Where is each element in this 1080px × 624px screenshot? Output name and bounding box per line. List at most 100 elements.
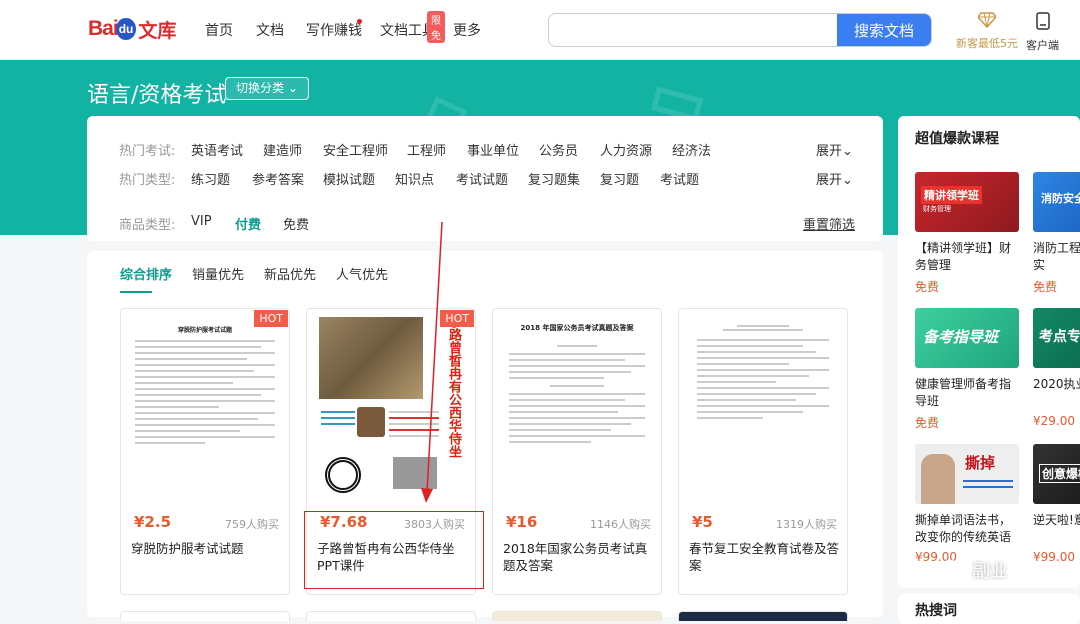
- notification-dot: [357, 19, 362, 24]
- hot-type-label: 热门类型:: [119, 173, 176, 188]
- tab-sales[interactable]: 销量优先: [192, 264, 244, 283]
- filter-panel: 热门考试: 英语考试 建造师 安全工程师 工程师 事业单位 公务员 人力资源 经…: [87, 116, 883, 241]
- product-title[interactable]: 穿脱防护服考试试题: [131, 540, 281, 557]
- filter-option[interactable]: 模拟试题: [323, 169, 375, 188]
- painting-image: [319, 317, 423, 399]
- product-card-partial[interactable]: [120, 611, 290, 621]
- course-name: 撕掉单词语法书，改变你的传统英语学习: [915, 513, 1012, 544]
- filter-option[interactable]: 参考答案: [252, 169, 304, 188]
- free-badge: 限免: [427, 11, 445, 43]
- buyer-count: 1146人购买: [590, 518, 651, 531]
- course-name: 【精讲领学班】财务管理: [915, 241, 1012, 272]
- product-price: ¥2.5: [134, 513, 172, 531]
- product-card-partial[interactable]: [678, 611, 848, 621]
- filter-option[interactable]: 知识点: [395, 169, 434, 188]
- goods-type-row: 商品类型: VIP 付费 免费: [119, 214, 419, 233]
- photo-image: [393, 457, 437, 489]
- nav-docs[interactable]: 文档: [256, 20, 284, 40]
- course-price: 免费: [1033, 280, 1058, 294]
- sidebar-title: 超值爆款课程: [915, 131, 999, 147]
- logo-text-bai: Bai: [88, 17, 119, 40]
- goods-type-label: 商品类型:: [119, 218, 176, 233]
- filter-option[interactable]: 考试试题: [456, 169, 508, 188]
- course-item[interactable]: 撕掉 撕掉单词语法书，改变你的传统英语学习 ¥99.00: [915, 444, 1019, 564]
- course-thumbnail: 考点专: [1033, 308, 1080, 368]
- hot-search-title: 热搜词: [915, 603, 957, 619]
- search-button[interactable]: 搜索文档: [837, 14, 931, 46]
- filter-option[interactable]: 练习题: [191, 169, 230, 188]
- product-card[interactable]: 2018 年国家公务员考试真题及答案 ¥16 1146人购买 2018年国家公务…: [492, 308, 662, 595]
- course-item[interactable]: 精讲领学班 财务管理 【精讲领学班】财务管理 免费: [915, 172, 1019, 295]
- baidu-wenku-logo[interactable]: Bai du 文库: [88, 13, 176, 45]
- vip-label: 新客最低5元: [956, 37, 1018, 50]
- product-card[interactable]: ¥5 1319人购买 春节复工安全教育试卷及答案: [678, 308, 848, 595]
- course-name: 逆天啦!意爆棚的: [1033, 513, 1080, 527]
- course-item[interactable]: 考点专 2020执业专项名师 ¥29.00: [1033, 308, 1080, 428]
- course-name: 消防工程师全技术实: [1033, 241, 1080, 272]
- product-title[interactable]: 春节复工安全教育试卷及答案: [689, 540, 839, 574]
- teacher-photo: [921, 454, 955, 504]
- product-card-partial[interactable]: [306, 611, 476, 621]
- filter-option[interactable]: 复习题: [600, 169, 639, 188]
- wechat-icon: [940, 559, 966, 580]
- course-name: 健康管理师备考指导班: [915, 377, 1012, 408]
- filter-option[interactable]: 复习题集: [528, 169, 580, 188]
- goods-option-vip[interactable]: VIP: [191, 214, 212, 229]
- course-thumb-text: 备考指导班: [923, 328, 999, 346]
- portrait-image: [357, 407, 385, 437]
- top-navbar: Bai du 文库 首页 文档 写作赚钱 文档工具 限免 更多 搜索文档 新客最…: [0, 0, 1080, 60]
- filter-option[interactable]: 公务员: [539, 140, 578, 159]
- watermark: 副业: [940, 557, 1008, 583]
- phone-icon: [1035, 12, 1050, 30]
- hot-exam-label: 热门考试:: [119, 144, 176, 159]
- course-thumb-text: 撕掉: [965, 454, 996, 472]
- goods-option-paid[interactable]: 付费: [235, 214, 261, 233]
- course-item[interactable]: 创意爆棚的 逆天啦!意爆棚的 ¥99.00: [1033, 444, 1080, 564]
- nav-more[interactable]: 更多: [453, 20, 481, 40]
- course-item[interactable]: 备考指导班 健康管理师备考指导班 免费: [915, 308, 1019, 431]
- goods-option-free[interactable]: 免费: [283, 214, 309, 233]
- doc-thumbnail: 2018 年国家公务员考试真题及答案: [501, 315, 653, 499]
- product-card-partial[interactable]: [492, 611, 662, 621]
- reset-filter-link[interactable]: 重置筛选: [803, 214, 855, 233]
- nav-home[interactable]: 首页: [205, 20, 233, 40]
- filter-option[interactable]: 建造师: [263, 140, 302, 159]
- product-title[interactable]: 2018年国家公务员考试真题及答案: [503, 540, 653, 574]
- product-list-panel: 综合排序 销量优先 新品优先 人气优先 穿脱防护服考试试题 HOT ¥2.5 7…: [87, 251, 883, 617]
- logo-text-du: du: [115, 18, 137, 40]
- expand-hot-types[interactable]: 展开⌄: [816, 169, 853, 188]
- filter-option[interactable]: 考试题: [660, 169, 699, 188]
- vip-promo[interactable]: 新客最低5元: [956, 12, 1018, 51]
- course-thumbnail: 撕掉: [915, 444, 1019, 504]
- filter-option[interactable]: 工程师: [407, 140, 446, 159]
- hot-exam-row: 热门考试: 英语考试 建造师 安全工程师 工程师 事业单位 公务员 人力资源 经…: [119, 140, 859, 159]
- client-download[interactable]: 客户端: [1026, 12, 1059, 53]
- hot-type-row: 热门类型: 练习题 参考答案 模拟试题 知识点 考试试题 复习题集 复习题 考试…: [119, 169, 859, 188]
- tab-overall[interactable]: 综合排序: [120, 264, 172, 283]
- filter-option[interactable]: 人力资源: [600, 140, 652, 159]
- switch-category-button[interactable]: 切换分类 ⌄: [225, 77, 309, 100]
- course-sidebar: 超值爆款课程 精讲领学班 财务管理 【精讲领学班】财务管理 免费 消防安全技 消…: [898, 116, 1080, 588]
- filter-option[interactable]: 英语考试: [191, 140, 243, 159]
- filter-option[interactable]: 经济法: [672, 140, 711, 159]
- expand-hot-exams[interactable]: 展开⌄: [816, 140, 853, 159]
- doc-thumb-title: 2018 年国家公务员考试真题及答案: [520, 324, 634, 332]
- product-price: ¥16: [506, 513, 538, 531]
- search-input[interactable]: [549, 14, 837, 46]
- doc-thumbnail: 穿脱防护服考试试题: [129, 315, 281, 499]
- doc-thumbnail: 子路曾皙冉有公西华侍坐: [315, 315, 467, 499]
- nav-write-earn[interactable]: 写作赚钱: [306, 20, 362, 40]
- course-price: ¥29.00: [1033, 414, 1075, 428]
- course-item[interactable]: 消防安全技 消防工程师全技术实 免费: [1033, 172, 1080, 295]
- client-label: 客户端: [1026, 39, 1059, 52]
- watermark-text: 副业: [972, 561, 1008, 582]
- course-thumbnail: 精讲领学班 财务管理: [915, 172, 1019, 232]
- search-bar: 搜索文档: [548, 13, 932, 47]
- tab-new[interactable]: 新品优先: [264, 264, 316, 283]
- product-card[interactable]: 穿脱防护服考试试题 HOT ¥2.5 759人购买 穿脱防护服考试试题: [120, 308, 290, 595]
- tab-popular[interactable]: 人气优先: [336, 264, 388, 283]
- hot-search-panel: 热搜词: [898, 594, 1080, 624]
- filter-option[interactable]: 事业单位: [467, 140, 519, 159]
- filter-option[interactable]: 安全工程师: [323, 140, 388, 159]
- logo-text-wenku: 文库: [138, 19, 177, 42]
